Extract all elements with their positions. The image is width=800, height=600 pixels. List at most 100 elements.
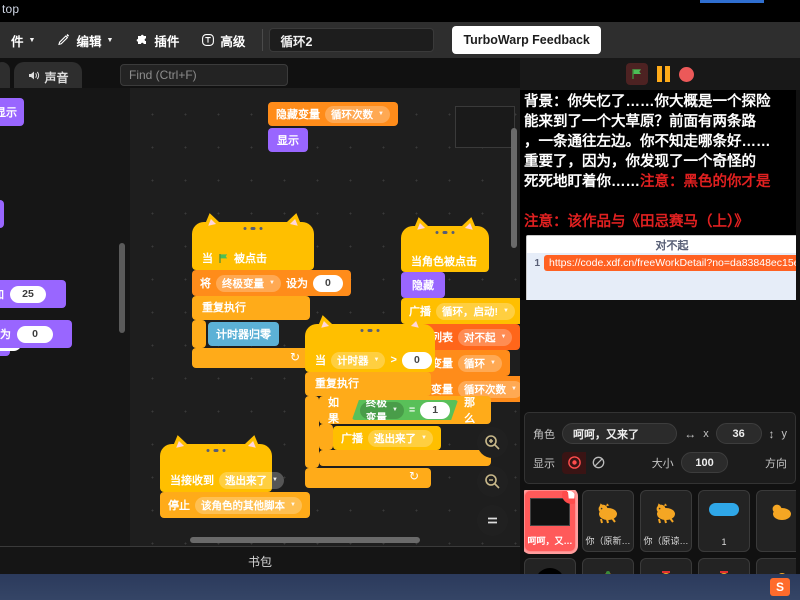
- workspace-vscrollbar[interactable]: [511, 128, 517, 248]
- menu-item-edit[interactable]: 编辑 ▼: [46, 22, 124, 58]
- stop-button[interactable]: [679, 66, 694, 82]
- stop-option-dropdown[interactable]: 该角色的其他脚本 ▼: [195, 496, 302, 514]
- sprite-name-input[interactable]: 呵呵，又来了: [562, 423, 678, 444]
- stage-story-text: 背景：你失忆了……你大概是一个探险 能来到了一个大草原？前面有两条路 ，一条通往…: [524, 92, 800, 232]
- script-when-i-receive[interactable]: 当接收到 逃出来了 ▼: [160, 433, 284, 492]
- hide-icon[interactable]: [586, 452, 610, 474]
- cat-face-icon: [435, 231, 455, 234]
- block-label-then: 那么: [464, 397, 476, 425]
- palette-block-set-effect[interactable]: 特效设定为 0: [0, 320, 72, 348]
- palette-block-show[interactable]: 显示: [0, 98, 24, 126]
- cat-icon: [598, 503, 617, 524]
- sprite-tile[interactable]: [582, 558, 634, 574]
- variable-dropdown[interactable]: 终极变量 ▼: [360, 402, 404, 419]
- x-input[interactable]: 36: [715, 423, 762, 444]
- workspace-hscrollbar[interactable]: [190, 537, 420, 543]
- stage-line-red: 注意：黑色的你才是: [640, 174, 771, 190]
- stage-line: ，一条通往左边。你不知走哪条好……: [524, 134, 771, 150]
- turbowarp-feedback-button[interactable]: TurboWarp Feedback: [452, 26, 601, 54]
- visibility-toggle[interactable]: [562, 451, 610, 474]
- hat-body: 当接收到 逃出来了 ▼: [160, 468, 284, 492]
- block-label: 重复执行: [202, 302, 246, 314]
- cat-ear-left-icon: [200, 211, 222, 228]
- code-workspace[interactable]: 隐藏变量 循环次数 ▼ 显示 当 被点击 将 终极变量 ▼ 设为 0 重复执行 …: [130, 88, 520, 546]
- show-icon[interactable]: [562, 451, 587, 474]
- menu-item-advanced[interactable]: 高级: [190, 22, 256, 58]
- list-monitor[interactable]: 对不起 1 https://code.xdf.cn/freeWorkDetail…: [526, 235, 800, 300]
- palette-block-partial-a[interactable]: [0, 200, 4, 228]
- value-input[interactable]: 1: [420, 402, 450, 419]
- variable-dropdown[interactable]: 循环次数 ▼: [325, 105, 390, 123]
- value-input[interactable]: 0: [312, 274, 343, 292]
- block-forever-a[interactable]: 重复执行: [192, 296, 310, 320]
- palette-block-change-effect[interactable]: 特效增加 25: [0, 280, 66, 308]
- chevron-down-icon: ▼: [28, 36, 36, 44]
- block-label: 当接收到: [170, 475, 214, 487]
- value-input[interactable]: 0: [401, 351, 432, 369]
- menu-item-label: 插件: [154, 34, 180, 49]
- block-forever-b[interactable]: 重复执行: [305, 372, 431, 396]
- operator-equals-block[interactable]: 终极变量 ▼ = 1: [352, 400, 458, 420]
- puzzle-icon: [135, 33, 149, 47]
- list-dropdown[interactable]: 对不起 ▼: [458, 328, 513, 346]
- stage-line: 能来到了一个大草原？前面有两条路: [524, 114, 756, 130]
- turbowarp-logo-icon[interactable]: S: [770, 578, 790, 596]
- pause-button[interactable]: [657, 66, 670, 82]
- block-hide[interactable]: 隐藏: [401, 272, 445, 298]
- find-input[interactable]: Find (Ctrl+F): [120, 64, 288, 86]
- block-stop[interactable]: 停止 该角色的其他脚本 ▼: [160, 492, 310, 518]
- sprite-tile[interactable]: 1: [698, 490, 750, 552]
- list-row-value[interactable]: https://code.xdf.cn/freeWorkDetail?no=da…: [544, 255, 800, 271]
- zoom-in-icon[interactable]: [477, 427, 508, 458]
- palette-block-label: 显示: [0, 107, 17, 119]
- script-when-timer-greater[interactable]: 当 计时器 ▼ > 0: [305, 313, 435, 372]
- block-label: 停止: [168, 500, 190, 512]
- block-hide-variable[interactable]: 隐藏变量 循环次数 ▼: [268, 102, 398, 126]
- broadcast-dropdown[interactable]: 逃出来了 ▼: [368, 429, 433, 447]
- project-name-input[interactable]: 循环2: [269, 28, 435, 52]
- stage[interactable]: 背景：你失忆了……你大概是一个探险 能来到了一个大草原？前面有两条路 ，一条通往…: [520, 90, 800, 300]
- sprite-tile[interactable]: [524, 558, 576, 574]
- menu-item-file[interactable]: 件 ▼: [0, 22, 46, 58]
- block-show[interactable]: 显示: [268, 128, 308, 152]
- broadcast-dropdown[interactable]: 循环，启动! ▼: [436, 302, 515, 320]
- block-set-variable[interactable]: 将 终极变量 ▼ 设为 0: [192, 270, 351, 296]
- block-palette[interactable]: 显示 特效增加 25 特效设定为 0: [0, 88, 130, 546]
- block-broadcast-escaped[interactable]: 广播 逃出来了 ▼: [333, 426, 441, 450]
- block-label: 如果: [328, 397, 339, 425]
- sprite-tile[interactable]: [756, 558, 796, 574]
- dropdown-value: 对不起: [464, 331, 496, 344]
- palette-scrollbar[interactable]: [119, 243, 125, 333]
- sprite-tile[interactable]: [698, 558, 750, 574]
- sprite-list[interactable]: 呵呵，又… 你（原新… 你（原谅… 1: [524, 490, 796, 574]
- block-if-then[interactable]: 如果 终极变量 ▼ = 1 那么: [319, 396, 491, 425]
- size-input[interactable]: 100: [680, 452, 729, 473]
- block-reset-timer[interactable]: 计时器归零: [208, 322, 279, 346]
- sprite-tile[interactable]: [756, 490, 796, 552]
- palette-value-oval[interactable]: 0: [17, 325, 53, 343]
- right-edge-strip: [796, 90, 800, 574]
- variable-dropdown[interactable]: 循环 ▼: [458, 354, 502, 372]
- list-monitor-body[interactable]: 1 https://code.xdf.cn/freeWorkDetail?no=…: [527, 253, 800, 300]
- variable-dropdown[interactable]: 终极变量 ▼: [216, 274, 281, 292]
- sprite-tile-label: 呵呵，又…: [527, 536, 573, 546]
- hat-top: [401, 215, 489, 250]
- sprite-tile-selected[interactable]: 呵呵，又…: [524, 490, 576, 552]
- sprite-tile[interactable]: [640, 558, 692, 574]
- sprite-tile[interactable]: 你（原新…: [582, 490, 634, 552]
- stage-line-warning: 注意：该作品与《田忌赛马（上）》: [524, 214, 749, 230]
- palette-value-oval[interactable]: 25: [10, 285, 46, 303]
- backpack-bar[interactable]: 书包: [0, 546, 520, 575]
- script-when-sprite-clicked[interactable]: 当角色被点击: [401, 215, 489, 272]
- chevron-down-icon: ▼: [503, 308, 509, 314]
- workspace-thumbnail[interactable]: [455, 106, 515, 148]
- menu-item-addons[interactable]: 插件: [124, 22, 190, 58]
- timer-dropdown[interactable]: 计时器 ▼: [331, 351, 386, 369]
- green-flag-button[interactable]: [626, 63, 648, 85]
- zoom-reset-icon[interactable]: [477, 505, 508, 536]
- zoom-out-icon[interactable]: [477, 466, 508, 497]
- list-row[interactable]: 1 https://code.xdf.cn/freeWorkDetail?no=…: [527, 253, 800, 273]
- broadcast-dropdown[interactable]: 逃出来了 ▼: [219, 471, 284, 489]
- script-when-flag-clicked[interactable]: 当 被点击: [192, 211, 314, 270]
- sprite-tile[interactable]: 你（原谅…: [640, 490, 692, 552]
